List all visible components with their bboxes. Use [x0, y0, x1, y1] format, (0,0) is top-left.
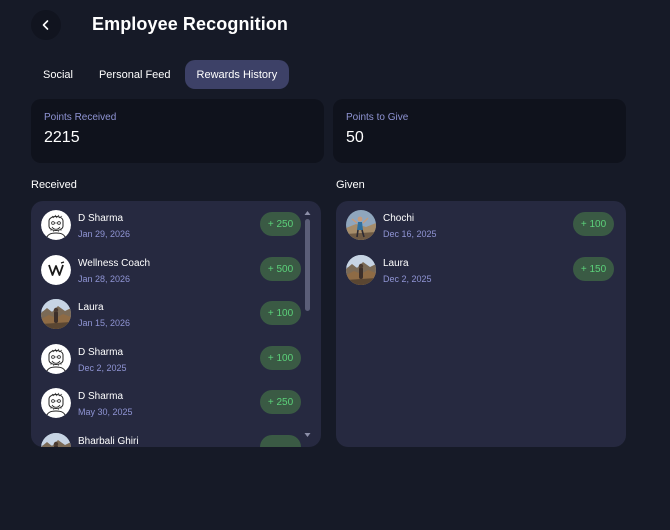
given-item-date: Dec 2, 2025 — [383, 274, 432, 284]
tab-social[interactable]: Social — [31, 60, 85, 89]
points-badge: + 250 — [260, 212, 301, 236]
given-item-name: Laura — [383, 258, 409, 269]
w-logo-icon — [41, 255, 71, 285]
received-item-date: Jan 29, 2026 — [78, 229, 131, 239]
points-received-card: Points Received 2215 — [31, 99, 324, 163]
received-item-name: D Sharma — [78, 391, 124, 402]
back-button[interactable] — [31, 10, 61, 40]
triangle-up-icon — [304, 211, 311, 215]
points-to-give-label: Points to Give — [346, 112, 409, 123]
received-item[interactable]: Laura Jan 15, 2026 + 100 — [31, 299, 321, 343]
tab-personal-feed[interactable]: Personal Feed — [87, 60, 183, 89]
received-item[interactable]: D Sharma Dec 2, 2025 + 100 — [31, 344, 321, 388]
sketch-portrait-icon — [41, 210, 71, 240]
points-badge: + 100 — [260, 301, 301, 325]
received-item-name: D Sharma — [78, 347, 124, 358]
tab-rewards-history[interactable]: Rewards History — [184, 60, 290, 89]
given-section-title: Given — [336, 179, 365, 191]
given-list-panel[interactable]: Chochi Dec 16, 2025 + 100 Laura Dec 2, 2… — [336, 201, 626, 447]
points-to-give-card: Points to Give 50 — [333, 99, 626, 163]
given-item[interactable]: Chochi Dec 16, 2025 + 100 — [336, 210, 626, 254]
received-item-date: May 30, 2025 — [78, 407, 133, 417]
received-section-title: Received — [31, 179, 77, 191]
landscape-photo-icon — [346, 255, 376, 285]
person-photo-icon — [346, 210, 376, 240]
points-badge — [260, 435, 301, 447]
given-list: Chochi Dec 16, 2025 + 100 Laura Dec 2, 2… — [336, 201, 626, 447]
page-title: Employee Recognition — [92, 14, 289, 34]
points-received-label: Points Received — [44, 112, 117, 123]
received-list: D Sharma Jan 29, 2026 + 250 Wellness Coa… — [31, 201, 321, 447]
chevron-left-icon — [42, 20, 49, 30]
points-badge: + 100 — [260, 346, 301, 370]
given-item-date: Dec 16, 2025 — [383, 229, 437, 239]
employee-recognition-page: Employee Recognition Social Personal Fee… — [0, 0, 670, 530]
received-list-panel[interactable]: D Sharma Jan 29, 2026 + 250 Wellness Coa… — [31, 201, 321, 447]
landscape-photo-icon — [41, 299, 71, 329]
scroll-thumb[interactable] — [305, 219, 310, 311]
received-item-date: Jan 28, 2026 — [78, 274, 131, 284]
received-item-name: Bharbali Ghiri — [78, 436, 139, 447]
points-badge: + 100 — [573, 212, 614, 236]
scroll-up-arrow[interactable] — [304, 209, 311, 217]
landscape-photo-icon — [41, 433, 71, 447]
received-item[interactable]: D Sharma May 30, 2025 + 250 — [31, 388, 321, 432]
triangle-down-icon — [304, 433, 311, 437]
points-to-give-value: 50 — [346, 129, 364, 146]
points-badge: + 500 — [260, 257, 301, 281]
sketch-portrait-icon — [41, 388, 71, 418]
received-item[interactable]: D Sharma Jan 29, 2026 + 250 — [31, 210, 321, 254]
sketch-portrait-icon — [41, 344, 71, 374]
received-item-date: Dec 2, 2025 — [78, 363, 127, 373]
points-badge: + 150 — [573, 257, 614, 281]
scroll-down-arrow[interactable] — [304, 431, 311, 439]
given-item[interactable]: Laura Dec 2, 2025 + 150 — [336, 255, 626, 299]
received-item-name: D Sharma — [78, 213, 124, 224]
received-item-name: Wellness Coach — [78, 258, 151, 269]
received-item[interactable]: Bharbali Ghiri — [31, 433, 321, 447]
received-item[interactable]: Wellness Coach Jan 28, 2026 + 500 — [31, 255, 321, 299]
received-item-name: Laura — [78, 302, 104, 313]
points-received-value: 2215 — [44, 129, 80, 146]
received-scrollbar[interactable] — [304, 209, 311, 439]
tab-bar: Social Personal Feed Rewards History — [31, 60, 291, 89]
given-item-name: Chochi — [383, 213, 415, 224]
received-item-date: Jan 15, 2026 — [78, 318, 131, 328]
points-badge: + 250 — [260, 390, 301, 414]
